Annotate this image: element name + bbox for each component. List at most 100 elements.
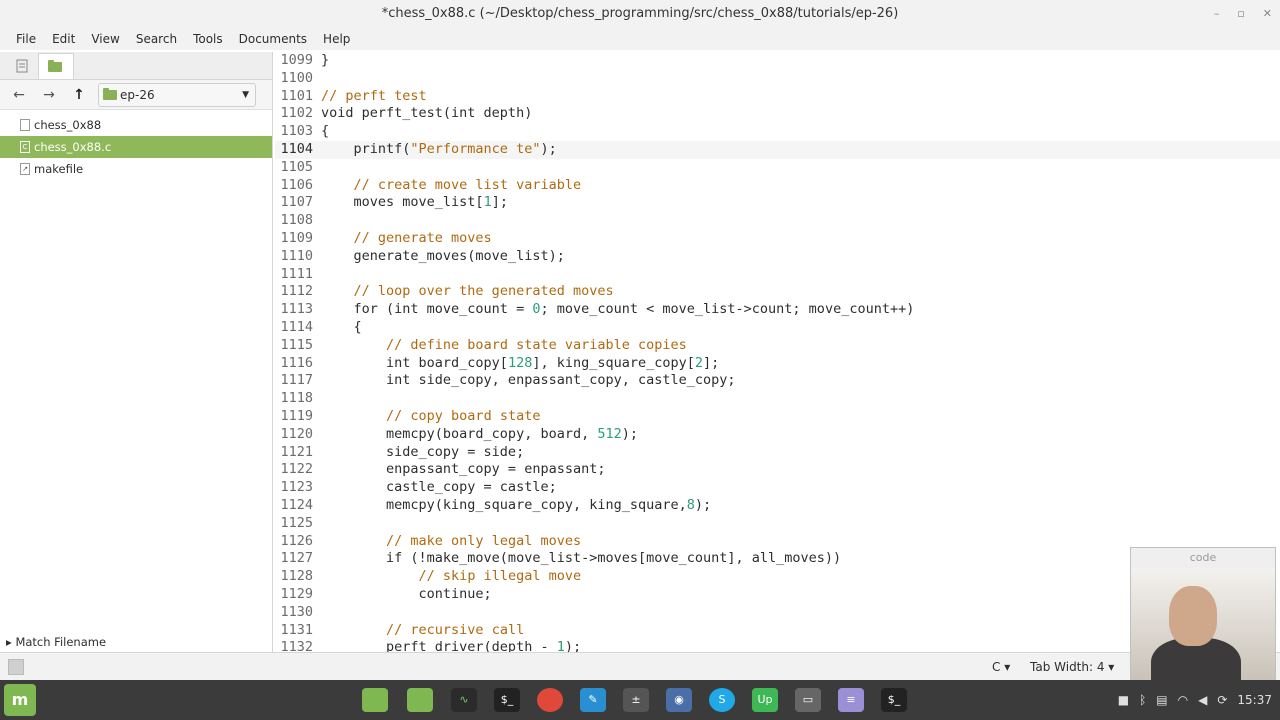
code-line[interactable]: 1124 memcpy(king_square_copy, king_squar… [275,497,1280,515]
code-line[interactable]: 1120 memcpy(board_copy, board, 512); [275,426,1280,444]
webcam-overlay: code [1130,547,1276,680]
bluetooth-icon[interactable]: ᛒ [1139,693,1146,707]
code-line[interactable]: 1123 castle_copy = castle; [275,479,1280,497]
camera-icon[interactable]: ◉ [666,688,692,712]
wifi-icon[interactable]: ◠ [1178,693,1188,707]
file-item-chess-0x88[interactable]: chess_0x88 [0,114,272,136]
tab-documents[interactable] [6,53,38,79]
terminal-icon[interactable]: $_ [881,688,907,712]
menu-file[interactable]: File [8,32,44,46]
calculator-icon[interactable]: ± [623,688,649,712]
line-text: moves move_list[1]; [321,194,508,211]
mint-menu-icon[interactable]: m [4,684,36,716]
file-item-chess-0x88-c[interactable]: C chess_0x88.c [0,136,272,158]
line-text [317,266,321,284]
side-panel-toggle-icon[interactable] [8,659,24,675]
path-selector[interactable]: ep-26 ▼ [98,82,256,107]
code-line[interactable]: 1110 generate_moves(move_list); [275,248,1280,266]
chevron-down-icon: ▼ [242,89,249,100]
code-line[interactable]: 1112 // loop over the generated moves [275,283,1280,301]
window-icon[interactable]: ▭ [795,688,821,712]
clock[interactable]: 15:37 [1237,693,1272,707]
line-number: 1122 [280,461,313,478]
code-line[interactable]: 1101 // perft test [275,88,1280,106]
skype-icon[interactable]: S [709,688,735,712]
line-number: 1110 [280,247,313,264]
menu-help[interactable]: Help [315,32,358,46]
line-text: // skip illegal move [418,568,582,585]
code-line[interactable]: 1113 for (int move_count = 0; move_count… [275,301,1280,319]
up-arrow-icon[interactable]: ↑ [64,83,94,107]
code-line[interactable]: 1115 // define board state variable copi… [275,337,1280,355]
line-text: // define board state variable copies [386,336,687,353]
line-number: 1109 [280,229,313,246]
code-line[interactable]: 1105 [275,159,1280,177]
code-line[interactable]: 1108 [275,212,1280,230]
binary-file-icon [20,119,30,131]
match-filename-expander[interactable]: ▸ Match Filename [0,632,273,652]
code-line[interactable]: 1102 void perft_test(int depth) [275,105,1280,123]
keyboard-layout-icon[interactable]: ▤ [1156,693,1167,707]
line-text: // generate moves [353,229,492,246]
system-monitor-icon[interactable]: ∿ [451,688,477,712]
language-selector[interactable]: C ▾ [992,660,1010,674]
window-controls: – ▫ ✕ [1214,0,1272,28]
code-line[interactable]: 1116 int board_copy[128], king_square_co… [275,355,1280,373]
back-arrow-icon[interactable]: ← [4,83,34,107]
files-icon[interactable] [407,688,433,712]
code-line[interactable]: 1107 moves move_list[1]; [275,194,1280,212]
line-number: 1099 [280,52,313,68]
forward-arrow-icon[interactable]: → [34,83,64,107]
files-icon[interactable] [362,688,388,712]
line-number: 1125 [280,514,313,531]
code-line[interactable]: 1125 [275,515,1280,533]
volume-icon[interactable]: ◀ [1198,693,1207,707]
code-line[interactable]: 1122 enpassant_copy = enpassant; [275,461,1280,479]
code-line[interactable]: 1111 [275,266,1280,284]
line-text: // recursive call [386,621,525,638]
code-line[interactable]: 1114 { [275,319,1280,337]
code-line[interactable]: 1121 side_copy = side; [275,444,1280,462]
terminal-icon[interactable]: $_ [494,688,520,712]
menu-documents[interactable]: Documents [231,32,315,46]
line-number: 1104 [280,140,313,157]
camera-tray-icon[interactable]: ■ [1118,693,1129,707]
menu-tools[interactable]: Tools [185,32,231,46]
menu-search[interactable]: Search [128,32,185,46]
line-number: 1118 [280,390,313,407]
line-text: memcpy(board_copy, board, 512); [321,425,638,442]
line-text: side_copy = side; [321,443,525,460]
tab-width-selector[interactable]: Tab Width: 4 ▾ [1030,660,1114,674]
file-item-makefile[interactable]: ↗ makefile [0,158,272,180]
chrome-icon[interactable] [537,688,563,712]
language-label: C [992,660,1001,674]
file-name: makefile [34,162,84,176]
tab-file-browser[interactable] [38,53,74,79]
line-number: 1101 [280,87,313,104]
minimize-icon[interactable]: – [1214,0,1220,28]
line-number: 1115 [280,336,313,353]
menu-bar: File Edit View Search Tools Documents He… [0,28,1280,50]
file-name: chess_0x88.c [34,140,112,154]
code-line[interactable]: 1117 int side_copy, enpassant_copy, cast… [275,372,1280,390]
makefile-icon: ↗ [20,163,30,175]
code-line[interactable]: 1109 // generate moves [275,230,1280,248]
menu-edit[interactable]: Edit [44,32,83,46]
code-line[interactable]: 1100 [275,70,1280,88]
editor-icon[interactable]: ✎ [580,688,606,712]
line-number: 1116 [280,354,313,371]
code-line[interactable]: 1099} [275,52,1280,70]
upwork-icon[interactable]: Up [752,688,778,712]
menu-view[interactable]: View [83,32,127,46]
code-line[interactable]: 1106 // create move list variable [275,177,1280,195]
window-title: *chess_0x88.c (~/Desktop/chess_programmi… [381,6,899,21]
maximize-icon[interactable]: ▫ [1237,0,1244,28]
code-line[interactable]: 1103 { [275,123,1280,141]
line-number: 1106 [280,176,313,193]
text-editor-icon[interactable]: ≡ [838,688,864,712]
code-line[interactable]: 1119 // copy board state [275,408,1280,426]
update-icon[interactable]: ⟳ [1217,693,1227,707]
close-icon[interactable]: ✕ [1263,0,1272,28]
code-line[interactable]: 1104 printf("Performance te"); [275,140,1280,159]
code-line[interactable]: 1118 [275,390,1280,408]
